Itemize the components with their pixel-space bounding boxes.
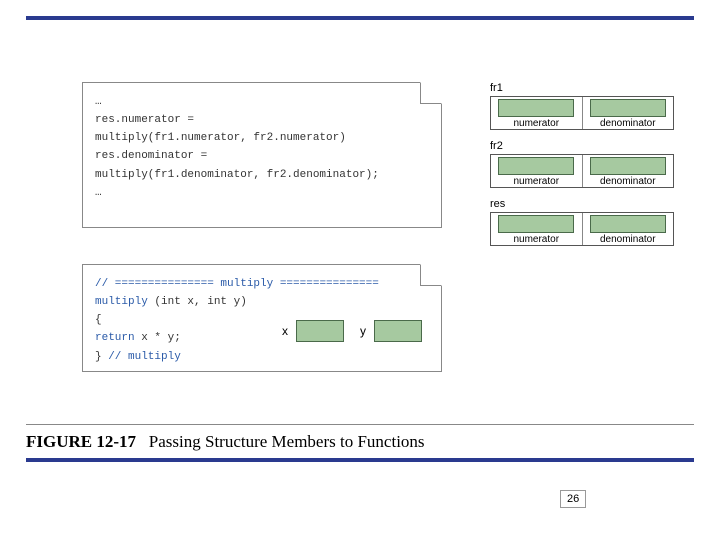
var-box xyxy=(296,320,344,342)
figure-title: Passing Structure Members to Functions xyxy=(149,432,425,451)
figure-number: FIGURE 12-17 xyxy=(26,432,136,451)
code-keyword: multiply xyxy=(95,296,148,308)
struct-cell: denominator xyxy=(583,213,674,245)
field-box xyxy=(498,215,574,233)
code-line: multiply (int x, int y) xyxy=(95,293,429,311)
struct-row: numerator denominator xyxy=(490,96,674,130)
code-comment: // multiply xyxy=(108,351,181,363)
field-label: numerator xyxy=(513,118,559,129)
rule-bottom xyxy=(26,458,694,462)
var-y: y xyxy=(360,320,422,342)
struct-label: fr1 xyxy=(490,82,674,94)
field-label: denominator xyxy=(600,176,656,187)
struct-cell: numerator xyxy=(491,155,583,187)
code-line: } // multiply xyxy=(95,348,429,366)
field-label: denominator xyxy=(600,118,656,129)
var-label: y xyxy=(360,324,366,338)
code-line: res.denominator = xyxy=(95,147,429,165)
struct-cell: numerator xyxy=(491,97,583,129)
struct-label: fr2 xyxy=(490,140,674,152)
field-box xyxy=(498,157,574,175)
dogear-icon xyxy=(420,82,442,104)
code-panel-multiply: // =============== multiply ============… xyxy=(82,264,442,372)
code-keyword: return xyxy=(95,332,135,344)
struct-res: res numerator denominator xyxy=(490,198,674,246)
code-line: multiply(fr1.numerator, fr2.numerator) xyxy=(95,129,429,147)
var-label: x xyxy=(282,324,288,338)
field-label: numerator xyxy=(513,176,559,187)
struct-row: numerator denominator xyxy=(490,154,674,188)
var-box xyxy=(374,320,422,342)
struct-fr2: fr2 numerator denominator xyxy=(490,140,674,188)
code-text: } xyxy=(95,351,108,363)
page-number: 26 xyxy=(560,490,586,508)
struct-fr1: fr1 numerator denominator xyxy=(490,82,674,130)
code-comment: =============== xyxy=(273,278,379,290)
code-line: res.numerator = xyxy=(95,111,429,129)
code-text: (int x, int y) xyxy=(148,296,247,308)
var-x: x xyxy=(282,320,344,342)
struct-row: numerator denominator xyxy=(490,212,674,246)
code-line: // =============== multiply ============… xyxy=(95,275,429,293)
code-line: … xyxy=(95,93,429,111)
code-panel-caller: … res.numerator = multiply(fr1.numerator… xyxy=(82,82,442,228)
rule-top xyxy=(26,16,694,20)
figure-caption: FIGURE 12-17 Passing Structure Members t… xyxy=(26,432,425,452)
field-box xyxy=(590,215,666,233)
dogear-icon xyxy=(420,264,442,286)
field-box xyxy=(498,99,574,117)
code-comment: // =============== xyxy=(95,278,220,290)
struct-cell: denominator xyxy=(583,155,674,187)
field-box xyxy=(590,99,666,117)
struct-cell: numerator xyxy=(491,213,583,245)
rule-thin xyxy=(26,424,694,425)
code-keyword: multiply xyxy=(220,278,273,290)
code-line: multiply(fr1.denominator, fr2.denominato… xyxy=(95,166,429,184)
field-label: numerator xyxy=(513,234,559,245)
code-line: … xyxy=(95,184,429,202)
field-box xyxy=(590,157,666,175)
struct-cell: denominator xyxy=(583,97,674,129)
struct-label: res xyxy=(490,198,674,210)
field-label: denominator xyxy=(600,234,656,245)
code-text: x * y; xyxy=(135,332,181,344)
